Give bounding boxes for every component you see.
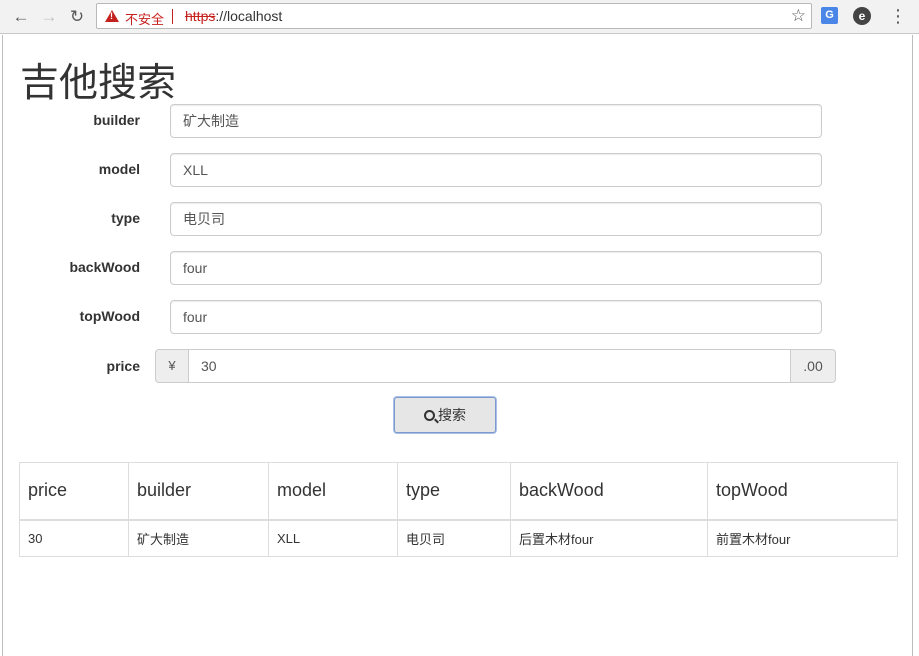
e-extension-icon[interactable]: e [853,7,871,25]
column-header-type: type [397,462,511,521]
topwood-input[interactable]: four [170,300,822,334]
cell-price: 30 [19,519,129,557]
decimal-addon: .00 [790,349,836,383]
column-header-backwood: backWood [510,462,708,521]
translate-extension-icon[interactable]: G [821,7,838,24]
backwood-label: backWood [69,259,140,275]
url-host: ://localhost [215,8,283,24]
cell-builder: 矿大制造 [128,519,269,557]
search-button-label: 搜索 [438,407,466,423]
price-row: price ¥ 30 .00 [0,349,919,385]
column-header-builder: builder [128,462,269,521]
cell-topwood: 前置木材four [707,519,898,557]
address-bar[interactable]: 不安全 https://localhost ☆ [96,3,812,29]
reload-icon[interactable]: ↻ [66,6,88,28]
column-header-price: price [19,462,129,521]
currency-addon: ¥ [155,349,189,383]
topwood-row: topWood four [0,299,919,335]
type-label: type [111,210,140,226]
topwood-label: topWood [79,308,140,324]
search-icon [424,410,435,421]
table-header-row: price builder model type backWood topWoo… [19,462,898,521]
back-arrow-icon[interactable]: ← [10,6,32,28]
browser-toolbar: ← → ↻ 不安全 https://localhost ☆ G e ⋮ [0,0,919,34]
model-row: model XLL [0,152,919,188]
security-status[interactable]: 不安全 [125,9,164,28]
price-label: price [106,358,140,374]
type-row: type 电贝司 [0,201,919,237]
url-scheme: https [185,8,216,24]
cell-type: 电贝司 [397,519,511,557]
divider [172,9,173,24]
column-header-model: model [268,462,398,521]
url-text[interactable]: https://localhost [185,8,282,24]
builder-input[interactable]: 矿大制造 [170,104,822,138]
backwood-row: backWood four [0,250,919,286]
page-title: 吉他搜索 [20,61,177,106]
model-label: model [98,161,140,177]
price-input-group: ¥ 30 .00 [155,349,836,383]
builder-label: builder [93,112,140,128]
warning-icon[interactable] [105,10,119,22]
cell-model: XLL [268,519,398,557]
backwood-input[interactable]: four [170,251,822,285]
price-input[interactable]: 30 [188,349,791,383]
builder-row: builder 矿大制造 [0,103,919,139]
bookmark-star-icon[interactable]: ☆ [791,6,806,26]
model-input[interactable]: XLL [170,153,822,187]
search-button[interactable]: 搜索 [394,397,496,433]
forward-arrow-icon[interactable]: → [38,6,60,28]
menu-icon[interactable]: ⋮ [889,4,907,28]
cell-backwood: 后置木材four [510,519,708,557]
table-row: 30 矿大制造 XLL 电贝司 后置木材four 前置木材four [19,519,898,557]
type-input[interactable]: 电贝司 [170,202,822,236]
results-table: price builder model type backWood topWoo… [19,462,898,557]
column-header-topwood: topWood [707,462,898,521]
